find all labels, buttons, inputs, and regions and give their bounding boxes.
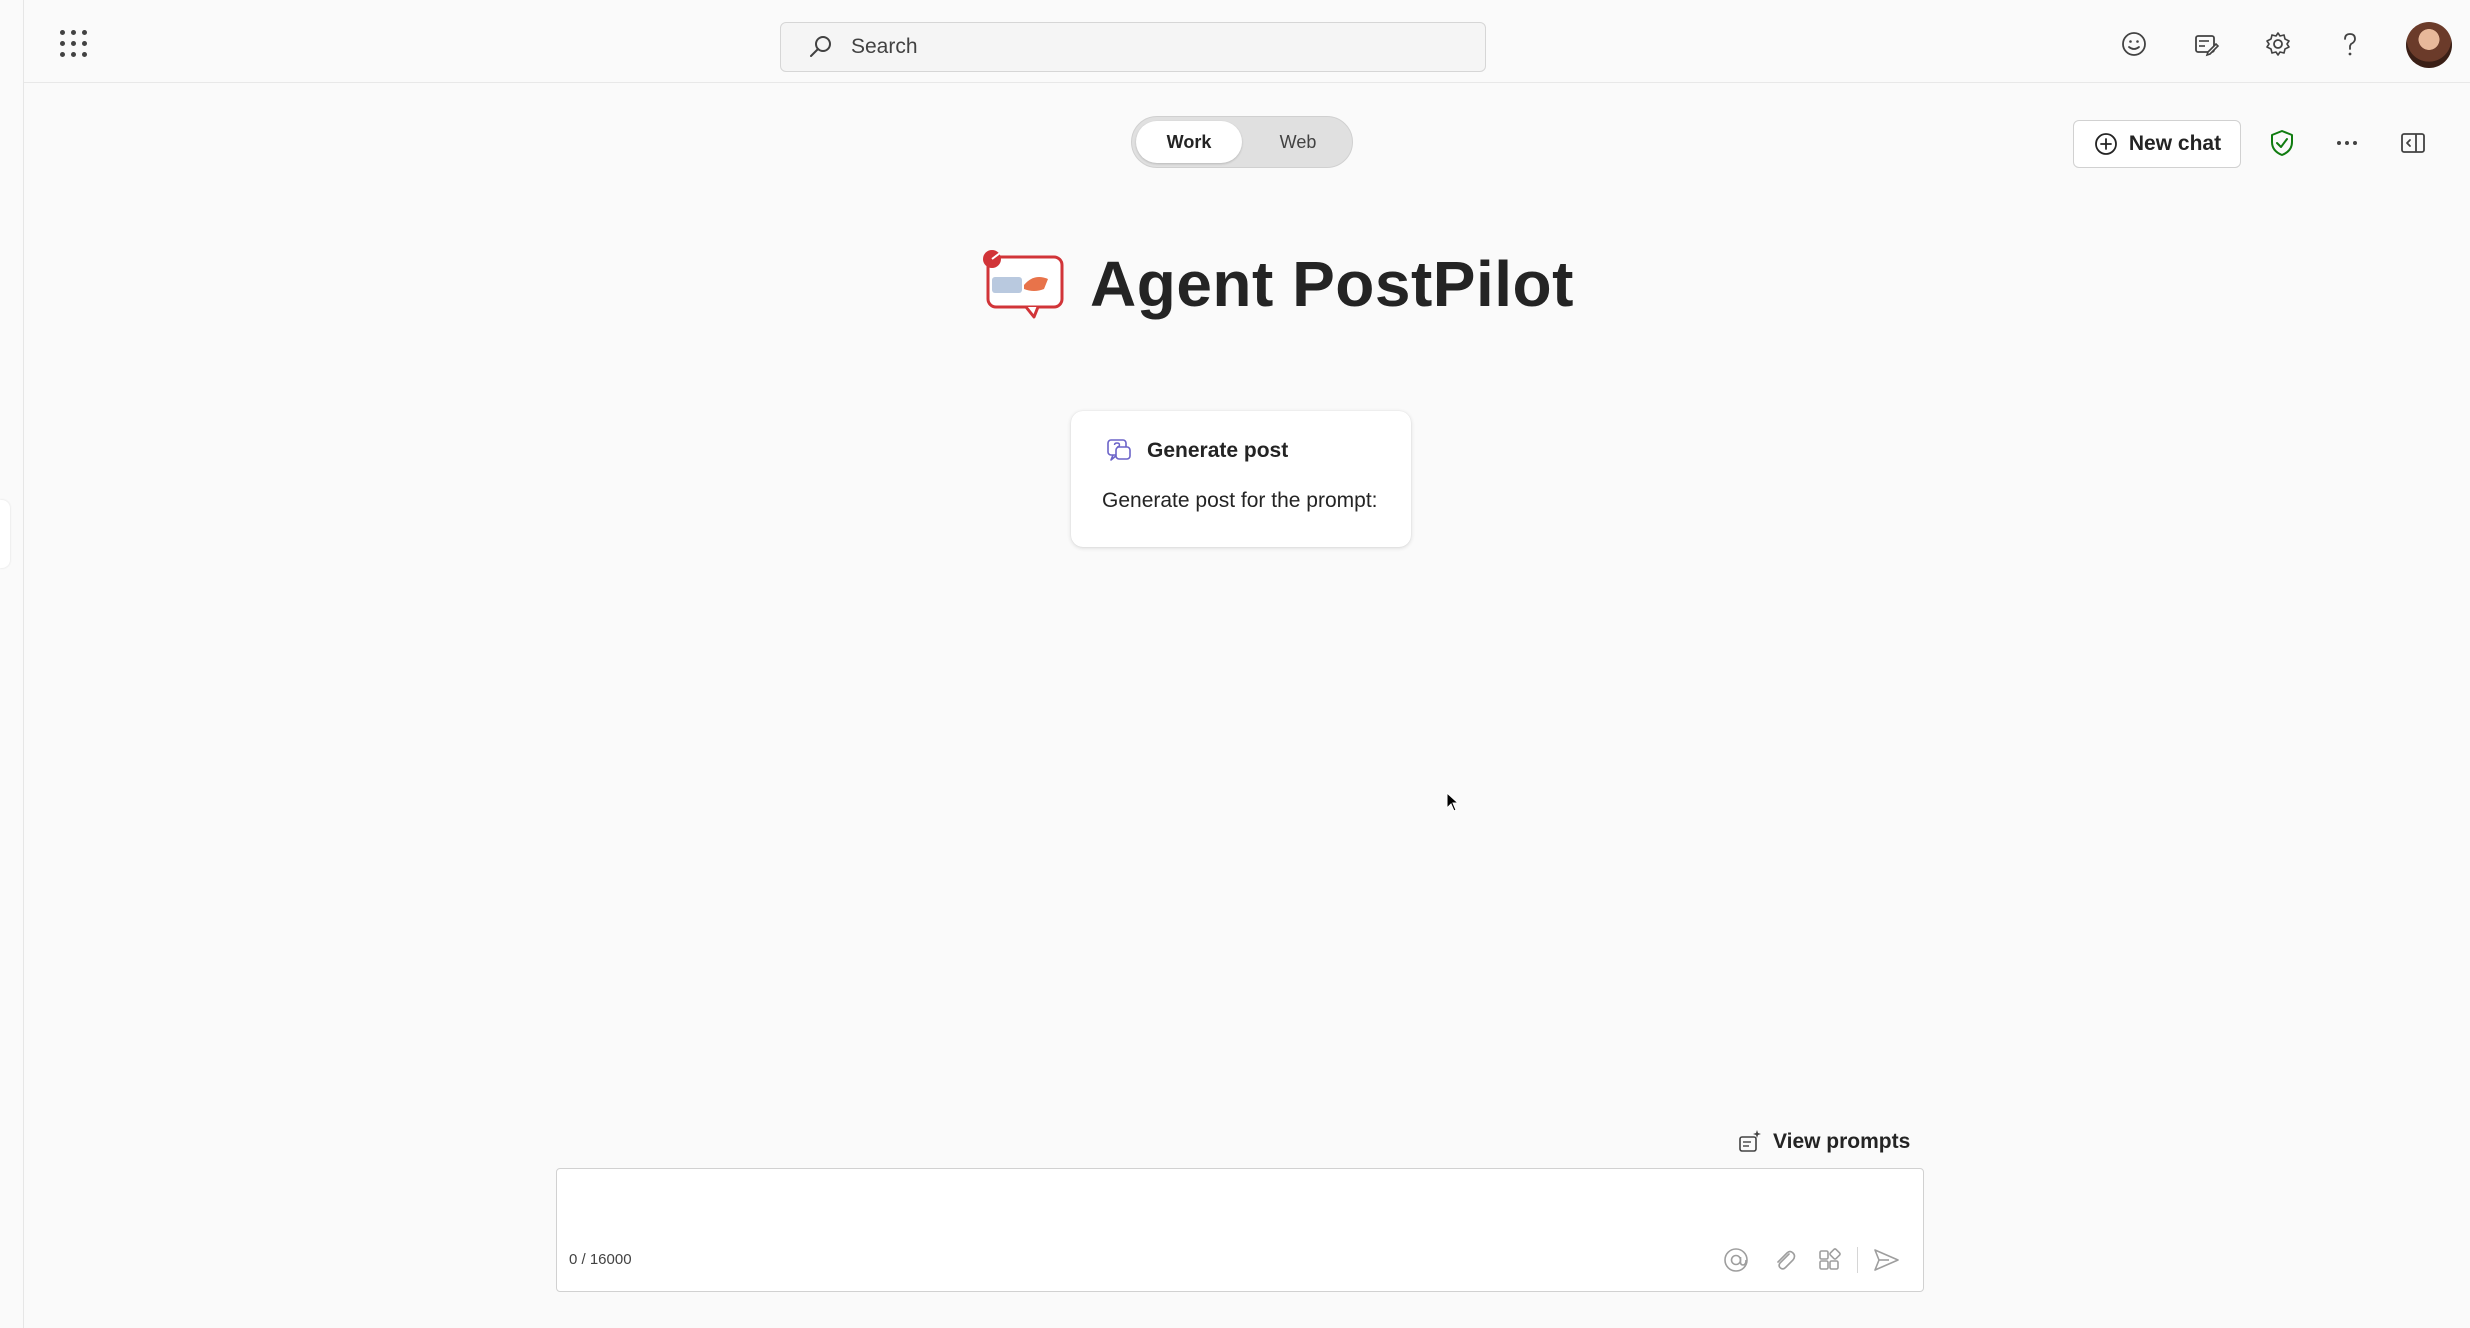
new-chat-label: New chat xyxy=(2128,132,2222,155)
feedback-smiley-icon[interactable] xyxy=(2118,28,2150,60)
side-panel-icon[interactable] xyxy=(2398,128,2428,158)
top-bar: Search xyxy=(24,0,2470,83)
mouse-cursor-icon xyxy=(1446,792,1460,812)
agent-logo-icon xyxy=(983,250,1064,319)
left-rail xyxy=(0,0,24,1328)
agent-header: Agent PostPilot xyxy=(978,244,1574,324)
gear-icon[interactable] xyxy=(2262,28,2294,60)
notes-edit-icon[interactable] xyxy=(2190,28,2222,60)
toggle-web[interactable]: Web xyxy=(1250,121,1346,163)
attach-icon[interactable] xyxy=(1769,1245,1799,1275)
copilot-page: Search Work Web New chat Agent PostPilot… xyxy=(0,0,2470,1328)
composer-divider xyxy=(1857,1247,1858,1273)
toggle-work[interactable]: Work xyxy=(1136,121,1242,163)
new-chat-icon xyxy=(2094,133,2117,155)
mention-icon[interactable] xyxy=(1721,1245,1751,1275)
chat-question-icon xyxy=(1107,439,1131,461)
search-icon xyxy=(810,36,831,57)
shield-check-icon[interactable] xyxy=(2267,128,2297,158)
prompt-card-title: Generate post xyxy=(1147,439,1289,462)
send-icon[interactable] xyxy=(1871,1245,1901,1275)
search-box[interactable]: Search xyxy=(780,22,1486,72)
app-launcher-icon[interactable] xyxy=(60,30,88,58)
work-web-toggle[interactable]: Work Web xyxy=(1131,116,1353,168)
prompt-card-description: Generate post for the prompt: xyxy=(1102,489,1378,512)
prompt-card-generate-post[interactable]: Generate post Generate post for the prom… xyxy=(1071,411,1411,547)
help-icon[interactable] xyxy=(2334,28,2366,60)
agent-name: Agent PostPilot xyxy=(1090,248,1574,320)
character-counter: 0 / 16000 xyxy=(569,1251,632,1268)
search-input[interactable]: Search xyxy=(851,35,918,59)
new-chat-button[interactable]: New chat xyxy=(2073,120,2241,168)
view-prompts-label: View prompts xyxy=(1773,1130,1911,1153)
sparkle-prompts-icon xyxy=(1739,1130,1761,1152)
view-prompts-button[interactable]: View prompts xyxy=(1735,1124,1910,1160)
prompt-card-header: Generate post xyxy=(1105,437,1288,465)
message-composer[interactable]: 0 / 16000 xyxy=(556,1168,1924,1292)
apps-grid-icon[interactable] xyxy=(1815,1245,1845,1275)
avatar[interactable] xyxy=(2406,22,2452,68)
more-options-icon[interactable] xyxy=(2332,128,2362,158)
left-panel-handle[interactable] xyxy=(0,500,10,568)
